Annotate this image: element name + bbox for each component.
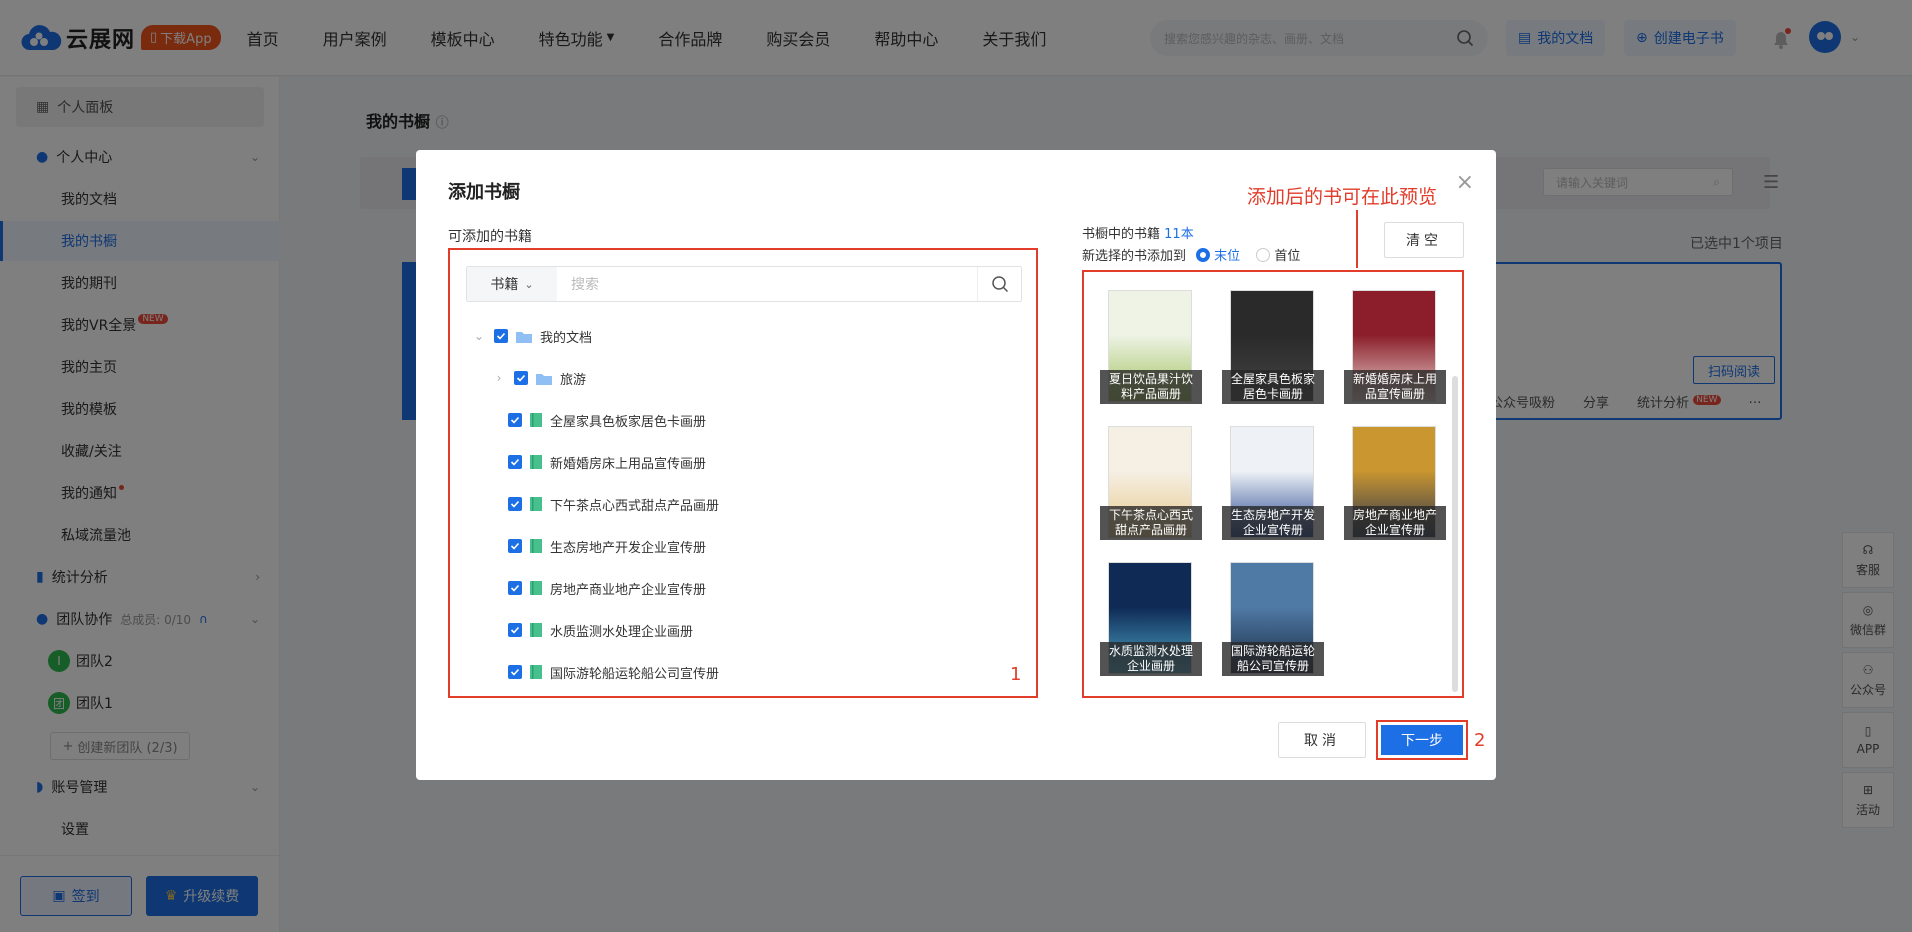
chevron-down-icon[interactable]: ⌄ xyxy=(472,329,486,343)
bookshelf-info: 书橱中的书籍 11本 新选择的书添加到 末位 首位 xyxy=(1082,227,1301,264)
search-button[interactable] xyxy=(977,267,1021,301)
annotation-number-1: 1 xyxy=(1010,664,1022,685)
book-count: 11本 xyxy=(1164,227,1194,242)
cancel-button[interactable]: 取消 xyxy=(1278,722,1366,758)
book-icon xyxy=(530,623,542,637)
book-title: 房地产商业地产 企业宣传册 xyxy=(1344,506,1446,540)
close-icon[interactable]: × xyxy=(1456,170,1474,195)
book-icon xyxy=(530,581,542,595)
checkbox[interactable] xyxy=(514,371,528,385)
preview-scrollbar[interactable] xyxy=(1452,376,1458,692)
tree-book[interactable]: 国际游轮船运轮船公司宣传册 xyxy=(508,660,719,684)
tree-folder[interactable]: ⌄ 我的文档 xyxy=(472,324,592,348)
tree-folder[interactable]: › 旅游 xyxy=(492,366,586,390)
book-icon xyxy=(530,497,542,511)
bookshelf-book[interactable]: 新婚婚房床上用 品宣传画册 xyxy=(1344,290,1446,404)
book-title: 生态房地产开发 企业宣传册 xyxy=(1222,506,1324,540)
book-title: 全屋家具色板家 居色卡画册 xyxy=(1222,370,1324,404)
annotation-number-2: 2 xyxy=(1474,730,1486,751)
book-title: 夏日饮品果汁饮 料产品画册 xyxy=(1100,370,1202,404)
preview-annotation: 添加后的书可在此预览 xyxy=(1247,186,1438,208)
tree-book[interactable]: 全屋家具色板家居色卡画册 xyxy=(508,408,706,432)
checkbox[interactable] xyxy=(508,455,522,469)
checkbox[interactable] xyxy=(508,539,522,553)
book-icon xyxy=(530,665,542,679)
clear-button[interactable]: 清空 xyxy=(1384,222,1464,258)
bookshelf-book[interactable]: 水质监测水处理 企业画册 xyxy=(1100,562,1202,676)
search-type-select[interactable]: 书籍 ⌄ xyxy=(467,267,557,301)
annotation-box-2: 下一步 xyxy=(1376,720,1468,760)
bookshelf-book[interactable]: 夏日饮品果汁饮 料产品画册 xyxy=(1100,290,1202,404)
book-title: 新婚婚房床上用 品宣传画册 xyxy=(1344,370,1446,404)
bookshelf-book[interactable]: 生态房地产开发 企业宣传册 xyxy=(1222,426,1324,540)
checkbox[interactable] xyxy=(508,665,522,679)
book-search-input[interactable]: 搜索 xyxy=(557,274,977,294)
tree-book[interactable]: 下午茶点心西式甜点产品画册 xyxy=(508,492,719,516)
tree-book[interactable]: 房地产商业地产企业宣传册 xyxy=(508,576,706,600)
folder-icon xyxy=(536,373,552,385)
book-icon xyxy=(530,413,542,427)
tree-book[interactable]: 新婚婚房床上用品宣传画册 xyxy=(508,450,706,474)
tree-book[interactable]: 水质监测水处理企业画册 xyxy=(508,618,693,642)
bookshelf-preview: 夏日饮品果汁饮 料产品画册 全屋家具色板家 居色卡画册 新婚婚房床上用 品宣传画册下午茶点… xyxy=(1082,270,1464,698)
checkbox[interactable] xyxy=(508,581,522,595)
add-bookshelf-dialog: 添加书橱 × 可添加的书籍 书籍 ⌄ 搜索 ⌄ 我的文档 › 旅游 全屋家具色板家居色卡画… xyxy=(416,150,1496,780)
checkbox[interactable] xyxy=(508,413,522,427)
book-icon xyxy=(530,539,542,553)
checkbox[interactable] xyxy=(508,623,522,637)
checkbox[interactable] xyxy=(508,497,522,511)
book-title: 水质监测水处理 企业画册 xyxy=(1100,642,1202,676)
next-button[interactable]: 下一步 xyxy=(1381,725,1463,755)
radio-end[interactable] xyxy=(1196,248,1211,262)
bookshelf-book[interactable]: 下午茶点心西式 甜点产品画册 xyxy=(1100,426,1202,540)
tree-book[interactable]: 生态房地产开发企业宣传册 xyxy=(508,534,706,558)
annotation-line xyxy=(1356,210,1358,268)
book-title: 下午茶点心西式 甜点产品画册 xyxy=(1100,506,1202,540)
bookshelf-book[interactable]: 全屋家具色板家 居色卡画册 xyxy=(1222,290,1324,404)
chevron-right-icon[interactable]: › xyxy=(492,371,506,385)
bookshelf-book[interactable]: 国际游轮船运轮 船公司宣传册 xyxy=(1222,562,1324,676)
book-title: 国际游轮船运轮 船公司宣传册 xyxy=(1222,642,1324,676)
book-icon xyxy=(530,455,542,469)
book-search-bar: 书籍 ⌄ 搜索 xyxy=(466,266,1022,302)
radio-start[interactable] xyxy=(1256,248,1271,262)
bookshelf-book[interactable]: 房地产商业地产 企业宣传册 xyxy=(1344,426,1446,540)
chevron-down-icon: ⌄ xyxy=(524,277,534,291)
search-icon xyxy=(991,276,1008,293)
available-books-panel: 书籍 ⌄ 搜索 ⌄ 我的文档 › 旅游全屋家具色板家居色卡画册 新婚婚房床上用品宣传画册下… xyxy=(448,248,1038,698)
folder-icon xyxy=(516,331,532,343)
dialog-title: 添加书橱 xyxy=(448,182,520,203)
available-books-label: 可添加的书籍 xyxy=(448,229,532,245)
checkbox[interactable] xyxy=(494,329,508,343)
